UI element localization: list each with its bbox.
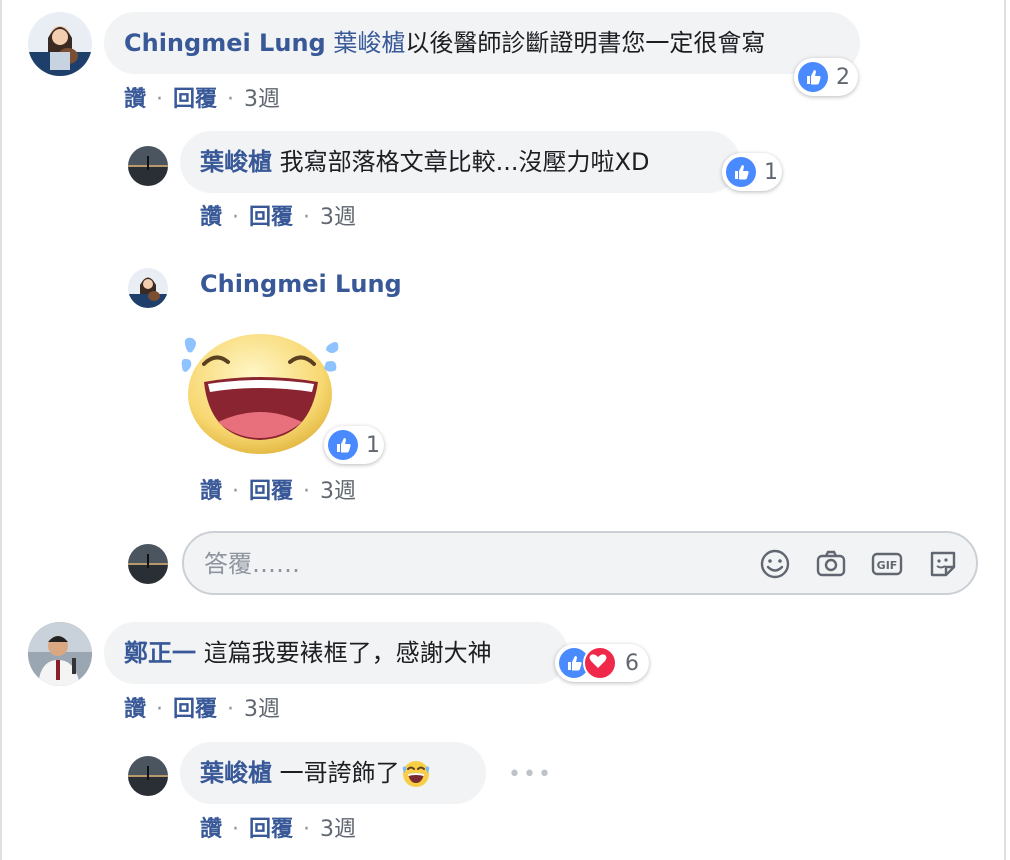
more-options-icon[interactable]: ••• bbox=[508, 762, 553, 787]
comment-bubble: Chingmei Lung 葉峻樝以後醫師診斷證明書您一定很會寫 bbox=[104, 12, 860, 74]
left-border bbox=[0, 0, 2, 860]
reply-actions: 讚 · 回覆 · 3週 bbox=[200, 199, 356, 231]
like-link[interactable]: 讚 bbox=[124, 697, 146, 722]
separator: · bbox=[227, 697, 235, 722]
avatar[interactable] bbox=[28, 622, 92, 686]
timestamp[interactable]: 3週 bbox=[244, 87, 280, 112]
timestamp[interactable]: 3週 bbox=[320, 205, 356, 230]
reply-input[interactable] bbox=[202, 543, 726, 585]
timestamp[interactable]: 3週 bbox=[320, 817, 356, 842]
separator: · bbox=[303, 205, 311, 230]
reply-link[interactable]: 回覆 bbox=[173, 87, 217, 112]
comment-bubble: 鄭正一 這篇我要裱框了，感謝大神 bbox=[104, 622, 568, 684]
right-border bbox=[1004, 0, 1006, 860]
like-icon bbox=[328, 430, 358, 460]
smiley-icon[interactable] bbox=[758, 547, 792, 581]
reply-text: 我寫部落格文章比較...沒壓力啦XD bbox=[279, 148, 650, 176]
reply-actions: 讚 · 回覆 · 3週 bbox=[200, 811, 356, 843]
separator: · bbox=[156, 697, 164, 722]
like-icon bbox=[798, 62, 828, 92]
like-link[interactable]: 讚 bbox=[200, 479, 222, 504]
love-icon bbox=[583, 646, 617, 680]
separator: · bbox=[232, 205, 240, 230]
laughing-tears-sticker bbox=[178, 322, 342, 456]
avatar[interactable] bbox=[28, 12, 92, 76]
reaction-summary[interactable]: 1 bbox=[722, 153, 782, 191]
avatar[interactable] bbox=[128, 756, 168, 796]
gif-icon[interactable]: GIF bbox=[870, 547, 904, 581]
separator: · bbox=[156, 87, 164, 112]
reaction-summary[interactable]: 1 bbox=[324, 426, 384, 464]
like-link[interactable]: 讚 bbox=[124, 87, 146, 112]
reply-link[interactable]: 回覆 bbox=[249, 479, 293, 504]
avatar[interactable] bbox=[128, 268, 168, 308]
comment-actions: 讚 · 回覆 · 3週 bbox=[124, 81, 280, 113]
reply-author[interactable]: 葉峻樝 bbox=[200, 759, 272, 787]
like-link[interactable]: 讚 bbox=[200, 205, 222, 230]
comment-text: 以後醫師診斷證明書您一定很會寫 bbox=[405, 29, 766, 57]
laughing-tears-emoji bbox=[400, 757, 432, 789]
reaction-count: 1 bbox=[366, 432, 380, 458]
like-link[interactable]: 讚 bbox=[200, 817, 222, 842]
reply-link[interactable]: 回覆 bbox=[173, 697, 217, 722]
separator: · bbox=[303, 817, 311, 842]
reply-author[interactable]: 葉峻樝 bbox=[200, 148, 272, 176]
comment-author[interactable]: 鄭正一 bbox=[124, 639, 196, 667]
svg-text:GIF: GIF bbox=[877, 559, 898, 572]
reaction-summary[interactable]: 6 bbox=[555, 644, 649, 682]
reply-author[interactable]: Chingmei Lung bbox=[200, 270, 402, 298]
comment-text: 這篇我要裱框了，感謝大神 bbox=[203, 639, 492, 667]
reaction-summary[interactable]: 2 bbox=[794, 58, 858, 96]
reply-box: GIF bbox=[182, 531, 978, 595]
reaction-count: 2 bbox=[836, 64, 850, 90]
reply-text: 一哥誇飾了 bbox=[279, 759, 400, 787]
like-icon bbox=[726, 157, 756, 187]
separator: · bbox=[232, 479, 240, 504]
reply-actions: 讚 · 回覆 · 3週 bbox=[200, 473, 356, 505]
separator: · bbox=[303, 479, 311, 504]
timestamp[interactable]: 3週 bbox=[320, 479, 356, 504]
camera-icon[interactable] bbox=[814, 547, 848, 581]
mention-link[interactable]: 葉峻樝 bbox=[333, 29, 405, 57]
reaction-count: 6 bbox=[625, 650, 639, 676]
separator: · bbox=[232, 817, 240, 842]
comment-actions: 讚 · 回覆 · 3週 bbox=[124, 691, 280, 723]
sticker-icon[interactable] bbox=[926, 547, 960, 581]
reply-link[interactable]: 回覆 bbox=[249, 817, 293, 842]
reply-bubble: 葉峻樝 我寫部落格文章比較...沒壓力啦XD bbox=[180, 131, 740, 193]
current-user-avatar[interactable] bbox=[128, 544, 168, 584]
avatar[interactable] bbox=[128, 146, 168, 186]
reply-link[interactable]: 回覆 bbox=[249, 205, 293, 230]
timestamp[interactable]: 3週 bbox=[244, 697, 280, 722]
separator: · bbox=[227, 87, 235, 112]
reply-bubble: 葉峻樝 一哥誇飾了 bbox=[180, 742, 486, 804]
comment-author[interactable]: Chingmei Lung bbox=[124, 29, 326, 57]
reaction-count: 1 bbox=[764, 159, 778, 185]
